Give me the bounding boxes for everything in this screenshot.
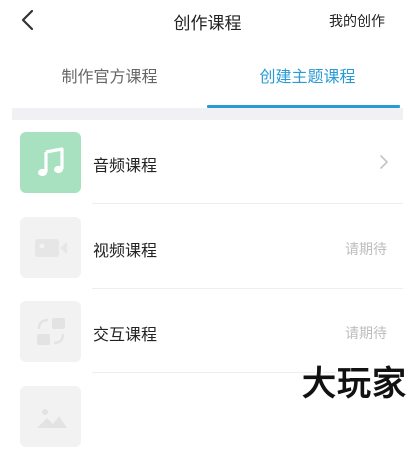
audio-thumbnail (20, 132, 81, 193)
music-note-icon (37, 146, 64, 176)
chevron-right-icon (380, 155, 388, 169)
list-item-video-course[interactable]: 视频课程 请期待 (0, 205, 415, 289)
list-item-label: 视频课程 (93, 241, 158, 260)
tab-label: 制作官方课程 (61, 67, 158, 86)
tab-bar: 制作官方课程 创建主题课程 (0, 56, 415, 108)
watermark-logo: 大玩家 (302, 364, 407, 404)
image-icon (36, 408, 67, 428)
list-item-label: 交互课程 (93, 325, 158, 344)
tab-label: 创建主题课程 (259, 67, 356, 86)
interactive-icon (36, 317, 65, 345)
interactive-thumbnail (20, 301, 81, 362)
header-bar: 创作课程 我的创作 (0, 0, 415, 40)
row-divider (92, 203, 403, 204)
image-thumbnail (20, 386, 81, 447)
coming-soon-label: 请期待 (345, 326, 387, 342)
tab-theme-course[interactable]: 创建主题课程 (205, 56, 410, 108)
coming-soon-label: 请期待 (345, 242, 387, 258)
tab-official-course[interactable]: 制作官方课程 (7, 56, 212, 108)
list-item-label: 音频课程 (93, 156, 158, 175)
my-creations-button[interactable]: 我的创作 (329, 11, 385, 31)
video-camera-icon (34, 238, 67, 257)
section-divider (12, 108, 403, 120)
list-item-audio-course[interactable]: 音频课程 (0, 120, 415, 204)
video-thumbnail (20, 217, 81, 278)
